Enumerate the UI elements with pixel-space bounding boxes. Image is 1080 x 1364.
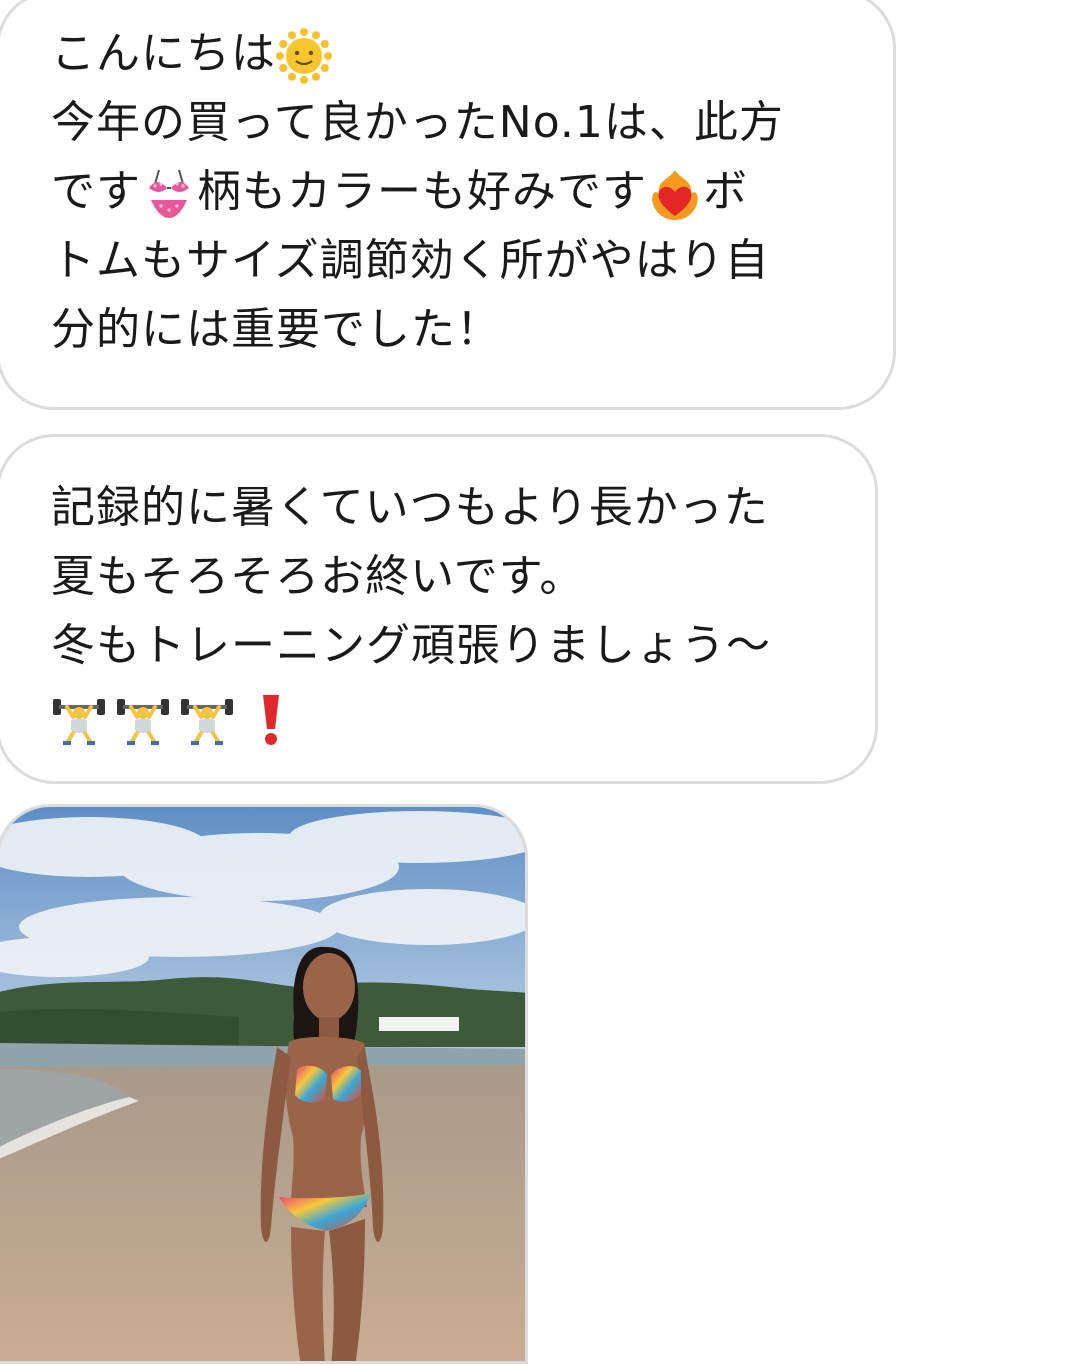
weight-lifter-icon bbox=[51, 691, 107, 747]
message-text: 柄もカラーも好みです bbox=[197, 166, 647, 217]
hotel-building bbox=[379, 1017, 459, 1031]
message-text: ボ bbox=[703, 166, 748, 217]
sun-with-face-icon bbox=[276, 28, 332, 84]
message-bubble-2[interactable]: 記録的に暑くていつもより長かった 夏もそろそろお終いです。冬もトレーニング頑張りま… bbox=[0, 434, 878, 784]
message-text: 記録的に暑くていつもより長かった bbox=[51, 482, 769, 533]
message-line: 記録的に暑くていつもより長かった bbox=[51, 473, 835, 542]
message-line: です 柄もカラーも好みです ボ bbox=[51, 157, 853, 226]
message-bubble-1[interactable]: こんにちは今年の買って良かったNo.1は、此方 です 柄もカラーも好みです ボトムもサ… bbox=[0, 0, 896, 410]
weight-lifter-icon bbox=[115, 691, 171, 747]
bikini-icon bbox=[141, 166, 197, 222]
message-line: トムもサイズ調節効く所がやはり自 bbox=[51, 226, 853, 295]
message-line: 冬もトレーニング頑張りましょう〜 bbox=[51, 611, 835, 680]
message-line: 分的には重要でした！ bbox=[51, 295, 853, 364]
message-line: 今年の買って良かったNo.1は、此方 bbox=[51, 88, 853, 157]
beach-photo bbox=[0, 807, 525, 1361]
message-line: 夏もそろそろお終いです。 bbox=[51, 542, 835, 611]
message-text: トムもサイズ調節効く所がやはり自 bbox=[51, 235, 770, 286]
message-text: 冬もトレーニング頑張りましょう〜 bbox=[51, 620, 771, 671]
message-text: です bbox=[51, 166, 141, 217]
message-text: 今年の買って良かったNo.1は、此方 bbox=[51, 97, 784, 148]
message-text: 分的には重要でした！ bbox=[51, 304, 501, 355]
message-text: こんにちは bbox=[51, 28, 276, 79]
emoji-row bbox=[51, 680, 835, 756]
red-exclamation-mark-icon bbox=[243, 691, 299, 747]
message-text: 夏もそろそろお終いです。 bbox=[51, 551, 585, 602]
photo-message[interactable] bbox=[0, 804, 528, 1364]
weight-lifter-icon bbox=[179, 691, 235, 747]
heart-on-fire-icon bbox=[647, 166, 703, 222]
message-line: こんにちは bbox=[51, 19, 853, 88]
